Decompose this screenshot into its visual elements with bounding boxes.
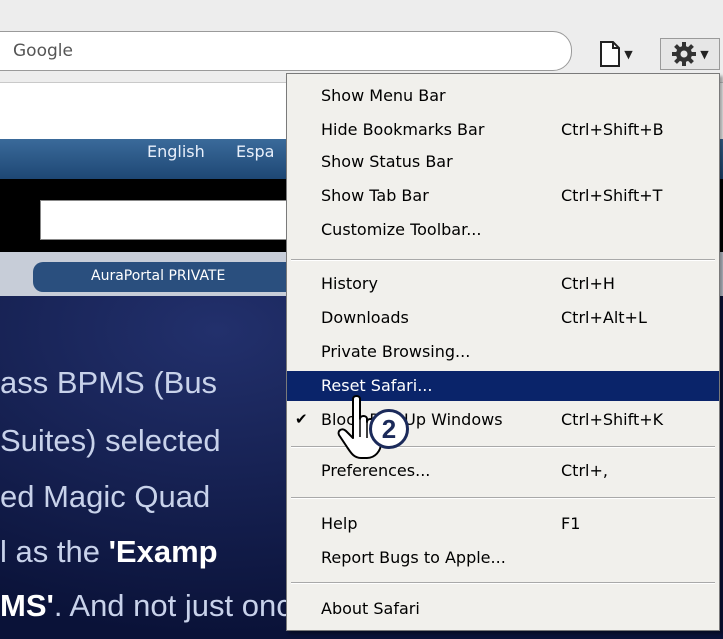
chevron-down-icon: ▼ — [700, 47, 709, 61]
chevron-down-icon: ▼ — [624, 47, 633, 61]
settings-dropdown-menu: Show Menu Bar Hide Bookmarks Bar Ctrl+Sh… — [286, 73, 720, 631]
menu-item-help[interactable]: Help F1 — [287, 511, 719, 537]
body-text-line: ed Magic Quad — [0, 479, 211, 514]
menu-separator — [291, 259, 715, 261]
menu-item-customize-toolbar[interactable]: Customize Toolbar... — [287, 217, 719, 243]
menu-item-report-bugs[interactable]: Report Bugs to Apple... — [287, 545, 719, 571]
menu-item-private-browsing[interactable]: Private Browsing... — [287, 339, 719, 365]
page-icon — [600, 41, 621, 67]
settings-menu-button[interactable]: ▼ — [660, 38, 720, 70]
menu-item-history[interactable]: History Ctrl+H — [287, 271, 719, 297]
nav-link[interactable]: AuraPortal PRIVATE — [91, 268, 225, 284]
language-link-english[interactable]: English — [147, 142, 205, 161]
menu-item-show-status-bar[interactable]: Show Status Bar — [287, 149, 719, 175]
menu-separator — [291, 582, 715, 584]
body-text-line: l as the 'Examp — [0, 534, 218, 569]
body-text-line: ass BPMS (Bus — [0, 365, 218, 400]
menu-item-downloads[interactable]: Downloads Ctrl+Alt+L — [287, 305, 719, 331]
step-number: 2 — [381, 414, 397, 444]
language-link-espanol[interactable]: Espa — [236, 142, 274, 161]
menu-separator — [291, 497, 715, 499]
page-menu-button[interactable]: ▼ — [590, 38, 642, 70]
browser-toolbar: Google ▼ ▼ — [0, 0, 723, 83]
body-text-line: Suites) selected — [0, 423, 221, 458]
search-field[interactable]: Google — [0, 31, 572, 71]
menu-item-show-menu-bar[interactable]: Show Menu Bar — [287, 83, 719, 109]
body-text-line: MS'. And not just once — [0, 588, 309, 623]
checkmark-icon: ✔ — [295, 410, 308, 428]
step-callout-badge: 2 — [369, 409, 409, 449]
menu-item-show-tab-bar[interactable]: Show Tab Bar Ctrl+Shift+T — [287, 183, 719, 209]
menu-item-about-safari[interactable]: About Safari — [287, 596, 719, 622]
menu-item-hide-bookmarks-bar[interactable]: Hide Bookmarks Bar Ctrl+Shift+B — [287, 117, 719, 143]
gear-icon — [672, 42, 697, 66]
search-placeholder: Google — [13, 41, 73, 61]
